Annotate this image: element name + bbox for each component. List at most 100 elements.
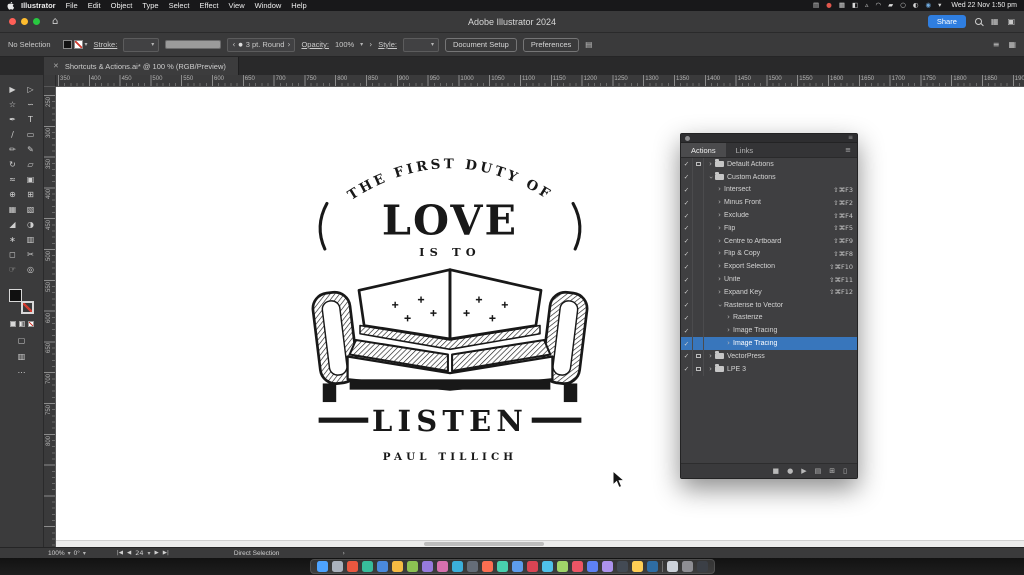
opacity-value[interactable]: 100%: [335, 40, 354, 49]
dock-app-icon[interactable]: [406, 561, 418, 572]
action-row[interactable]: ✓ › Intersect ⇧⌘F3: [681, 183, 857, 197]
type-tool[interactable]: T: [23, 112, 38, 126]
mesh-tool[interactable]: ▦: [5, 202, 20, 216]
dropdown-icon[interactable]: ▾: [938, 2, 941, 9]
close-window-button[interactable]: [9, 18, 16, 25]
collapse-panel-icon[interactable]: [685, 135, 690, 141]
arrange-windows-icon[interactable]: ▣: [1007, 17, 1015, 26]
dock-app-icon[interactable]: [466, 561, 478, 572]
dialog-toggle[interactable]: [693, 221, 704, 235]
control-menu-icon[interactable]: ≡: [993, 40, 1000, 49]
logo-artwork[interactable]: THE FIRST DUTY OF LOVE IS TO LISTEN PAUL…: [300, 145, 600, 475]
stroke-none-swatch[interactable]: [73, 40, 83, 49]
menu-item-select[interactable]: Select: [164, 1, 195, 10]
action-row[interactable]: ✓ › Default Actions: [681, 158, 857, 171]
dialog-toggle[interactable]: [693, 337, 704, 350]
rectangle-tool[interactable]: ▭: [23, 127, 38, 141]
dock-app-icon[interactable]: [331, 561, 343, 572]
dialog-toggle[interactable]: [693, 196, 704, 210]
action-row[interactable]: ✓ › Flip & Copy ⇧⌘F8: [681, 247, 857, 261]
action-row[interactable]: ✓ › Centre to Artboard ⇧⌘F9: [681, 234, 857, 248]
dialog-toggle[interactable]: [693, 311, 704, 325]
dock-app-icon[interactable]: [556, 561, 568, 572]
stroke-panel-link[interactable]: Stroke:: [94, 40, 118, 49]
document-tab[interactable]: ✕ Shortcuts & Actions.ai* @ 100 % (RGB/P…: [44, 57, 239, 75]
style-dropdown[interactable]: ▾: [402, 37, 439, 52]
dock-app-icon[interactable]: [601, 561, 613, 572]
item-check-icon[interactable]: ✓: [681, 221, 693, 235]
disclosure-right-icon[interactable]: ›: [706, 160, 715, 168]
record-icon[interactable]: ●: [787, 467, 793, 475]
line-segment-tool[interactable]: ∕: [5, 127, 20, 141]
siri-icon[interactable]: ◉: [925, 2, 931, 9]
opacity-link[interactable]: Opacity:: [301, 40, 329, 49]
home-icon[interactable]: ⌂: [52, 16, 58, 27]
pen-tool[interactable]: ✒: [5, 112, 20, 126]
dialog-toggle[interactable]: [693, 298, 704, 312]
width-tool[interactable]: ≈: [5, 172, 20, 186]
horizontal-scrollbar-thumb[interactable]: [423, 542, 544, 546]
disclosure-right-icon[interactable]: ›: [715, 263, 724, 270]
gradient-tool[interactable]: ▧: [23, 202, 38, 216]
last-artboard-button[interactable]: ▶|: [163, 550, 169, 556]
opacity-caret-icon[interactable]: ▾: [360, 41, 363, 48]
ruler-origin-corner[interactable]: [44, 75, 56, 87]
item-check-icon[interactable]: ✓: [681, 170, 693, 184]
action-row[interactable]: ✓ › Image Tracing: [681, 337, 857, 350]
minimize-window-button[interactable]: [21, 18, 28, 25]
dialog-toggle[interactable]: [693, 285, 704, 299]
item-check-icon[interactable]: ✓: [681, 234, 693, 248]
screen-mode-icon[interactable]: ▥: [18, 352, 26, 361]
dialog-toggle[interactable]: [693, 273, 704, 286]
menu-item-view[interactable]: View: [223, 1, 249, 10]
disclosure-right-icon[interactable]: ›: [724, 340, 733, 347]
sidecar-icon[interactable]: ◧: [852, 2, 858, 9]
new-set-icon[interactable]: ▤: [815, 467, 822, 475]
blend-tool[interactable]: ◑: [23, 217, 38, 231]
dialog-toggle[interactable]: [693, 362, 704, 376]
artboard-number[interactable]: 24: [135, 549, 143, 557]
dock-app-icon[interactable]: [696, 561, 708, 572]
menubar-clock[interactable]: Wed 22 Nov 1:50 pm: [951, 2, 1017, 9]
item-check-icon[interactable]: ✓: [681, 247, 693, 261]
dock-app-icon[interactable]: [646, 561, 658, 572]
item-check-icon[interactable]: ✓: [681, 324, 693, 338]
shape-builder-tool[interactable]: ⊕: [5, 187, 20, 201]
stroke-profile-dropdown[interactable]: [165, 40, 222, 49]
pencil-tool[interactable]: ✎: [23, 142, 38, 156]
dialog-toggle[interactable]: [693, 260, 704, 274]
dock-app-icon[interactable]: [526, 561, 538, 572]
disclosure-right-icon[interactable]: ›: [715, 276, 724, 283]
dialog-toggle[interactable]: [693, 183, 704, 197]
disclosure-right-icon[interactable]: ›: [715, 288, 724, 296]
artboard-caret-icon[interactable]: ▾: [147, 550, 150, 557]
action-row[interactable]: ✓ › Flip ⇧⌘F5: [681, 221, 857, 235]
brush-stepper-left-icon[interactable]: ‹: [232, 40, 235, 49]
dock-app-icon[interactable]: [616, 561, 628, 572]
stop-icon[interactable]: ■: [773, 467, 780, 475]
control-grid-icon[interactable]: ▦: [1008, 40, 1016, 49]
previous-artboard-button[interactable]: ◀: [127, 550, 131, 556]
menu-item-edit[interactable]: Edit: [83, 1, 106, 10]
wifi-icon[interactable]: ◠: [875, 2, 881, 9]
dock-app-icon[interactable]: [481, 561, 493, 572]
edit-toolbar-icon[interactable]: ⋯: [18, 368, 26, 377]
disclosure-right-icon[interactable]: ›: [715, 186, 724, 193]
paintbrush-tool[interactable]: ✏: [5, 142, 20, 156]
dialog-toggle[interactable]: [693, 324, 704, 338]
style-link[interactable]: Style:: [378, 40, 397, 49]
workspace-switcher-icon[interactable]: ▦: [991, 17, 999, 26]
brush-stepper-right-icon[interactable]: ›: [287, 40, 290, 49]
dock-app-icon[interactable]: [631, 561, 643, 572]
gradient-button[interactable]: [18, 321, 25, 327]
window-manager-icon[interactable]: ▤: [813, 2, 819, 9]
zoom-tool[interactable]: ◎: [23, 262, 38, 276]
bluetooth-icon[interactable]: ▵: [865, 2, 868, 9]
free-transform-tool[interactable]: ▣: [23, 172, 38, 186]
symbol-sprayer-tool[interactable]: ∗: [5, 232, 20, 246]
dialog-toggle[interactable]: [693, 170, 704, 184]
action-row[interactable]: ✓ › Minus Front ⇧⌘F2: [681, 196, 857, 210]
dock-app-icon[interactable]: [586, 561, 598, 572]
item-check-icon[interactable]: ✓: [681, 196, 693, 210]
lasso-tool[interactable]: ∽: [23, 97, 38, 111]
